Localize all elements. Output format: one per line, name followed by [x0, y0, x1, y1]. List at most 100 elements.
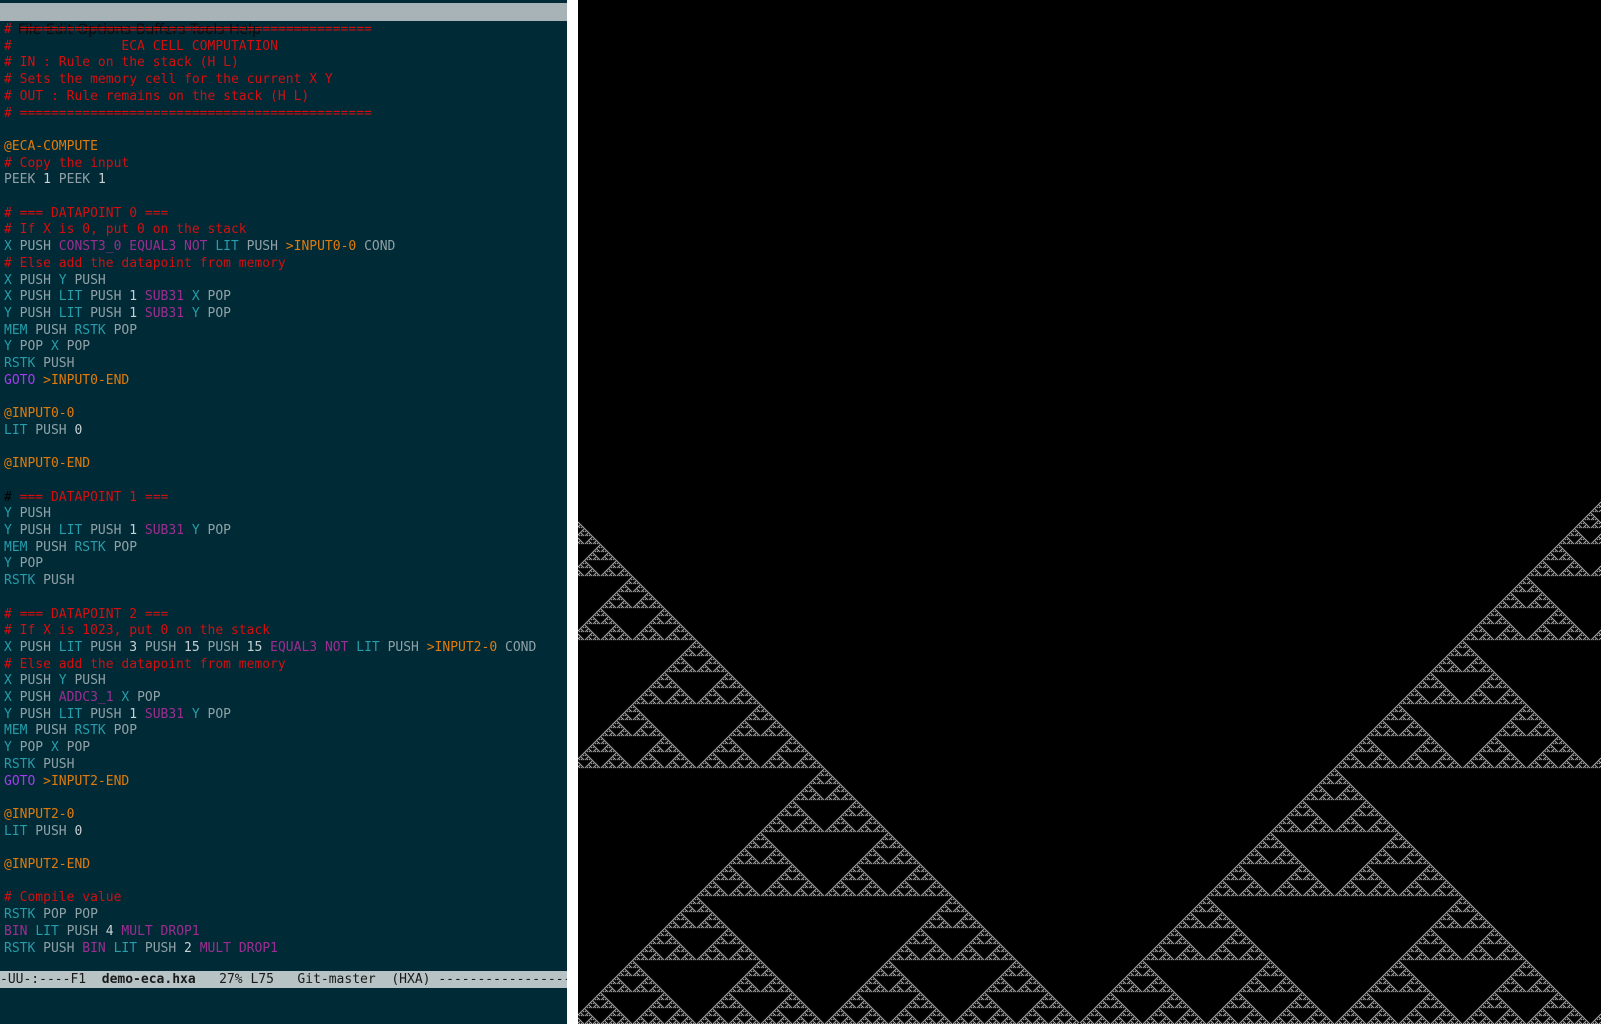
code-token: X — [4, 272, 12, 288]
code-token: LIT — [4, 823, 28, 839]
code-token: # If X is 0, put 0 on the stack — [4, 222, 247, 238]
code-token: RSTK — [74, 723, 106, 739]
echo-area[interactable] — [0, 988, 567, 1024]
code-line[interactable]: RSTK PUSH — [4, 756, 74, 773]
code-token: PUSH — [58, 923, 106, 939]
code-line[interactable]: # OUT : Rule remains on the stack (H L) — [4, 88, 309, 105]
code-line[interactable]: @INPUT0-END — [4, 455, 90, 472]
code-buffer[interactable]: # ======================================… — [0, 21, 567, 970]
code-line[interactable]: # If X is 1023, put 0 on the stack — [4, 622, 270, 639]
code-token: POP — [105, 322, 138, 338]
code-line[interactable]: MEM PUSH RSTK POP — [4, 539, 137, 556]
code-token: X — [4, 690, 12, 705]
code-token: LIT — [113, 940, 138, 956]
code-line[interactable]: X PUSH CONST3_0 EQUAL3 NOT LIT PUSH >INP… — [4, 238, 395, 255]
code-line[interactable]: X PUSH ADDC3_1 X POP — [4, 689, 161, 706]
code-line[interactable]: # Copy the input — [4, 155, 129, 172]
code-token: Y — [4, 706, 12, 722]
code-line[interactable]: # ======================================… — [4, 105, 372, 122]
code-token: >INPUT0-END — [43, 372, 130, 388]
code-token: POP — [11, 556, 44, 572]
code-token: LIT — [4, 422, 28, 438]
code-token: X — [4, 673, 12, 689]
code-line[interactable]: GOTO >INPUT0-END — [4, 372, 129, 389]
code-line[interactable]: @INPUT2-END — [4, 856, 90, 873]
code-token: PUSH — [11, 289, 59, 305]
mode-line: -UU-:----F1 demo-eca.hxa 27% L75 Git-mas… — [0, 971, 567, 988]
code-token: POP POP — [35, 907, 98, 923]
code-line[interactable]: # === DATAPOINT 1 === — [4, 489, 168, 506]
code-line[interactable]: BIN LIT PUSH 4 MULT DROP1 — [4, 923, 200, 940]
code-line[interactable]: Y PUSH LIT PUSH 1 SUB31 Y POP — [4, 522, 231, 539]
code-line[interactable]: Y POP X POP — [4, 338, 90, 355]
code-token: 1 — [97, 172, 106, 188]
code-token: LIT — [58, 305, 83, 321]
code-token: CONST3_0 EQUAL3 NOT — [58, 239, 208, 255]
code-line[interactable]: Y POP X POP — [4, 739, 90, 756]
code-token: @ECA-COMPUTE — [4, 138, 98, 154]
code-line[interactable]: # ======================================… — [4, 21, 372, 38]
code-line[interactable]: MEM PUSH RSTK POP — [4, 722, 137, 739]
code-token: # Compile value — [4, 890, 122, 906]
code-line[interactable]: # Compile value — [4, 889, 121, 906]
code-token: MULT DROP1 — [121, 923, 200, 939]
eca-viewer — [578, 0, 1601, 1024]
code-line[interactable]: RSTK PUSH BIN LIT PUSH 2 MULT DROP1 — [4, 940, 278, 957]
code-token: COND — [356, 239, 396, 255]
code-line[interactable]: RSTK PUSH — [4, 572, 74, 589]
code-line[interactable]: Y PUSH LIT PUSH 1 SUB31 Y POP — [4, 305, 231, 322]
code-line[interactable]: X PUSH Y PUSH — [4, 272, 106, 289]
code-line[interactable]: Y PUSH — [4, 505, 51, 522]
code-token: SUB31 — [144, 523, 185, 538]
code-line[interactable]: MEM PUSH RSTK POP — [4, 322, 137, 339]
code-token: Y — [4, 556, 12, 572]
code-line[interactable]: X PUSH Y PUSH — [4, 672, 106, 689]
code-token: # Copy the input — [4, 155, 130, 171]
code-token: EQUAL3 NOT — [270, 639, 349, 655]
code-token: PUSH — [137, 940, 185, 956]
code-line[interactable]: Y PUSH LIT PUSH 1 SUB31 Y POP — [4, 706, 231, 723]
code-token: PUSH — [82, 289, 130, 305]
code-token: 3 — [129, 639, 138, 655]
code-token: POP — [199, 523, 232, 538]
automaton-canvas — [578, 0, 1601, 1024]
code-token: # Else add the datapoint from memory — [4, 255, 286, 271]
code-line[interactable]: RSTK POP POP — [4, 906, 98, 923]
code-token: PUSH — [82, 706, 130, 722]
code-token: X — [50, 740, 59, 756]
code-line[interactable]: @ECA-COMPUTE — [4, 138, 98, 155]
code-line[interactable]: # IN : Rule on the stack (H L) — [4, 54, 239, 71]
code-line[interactable]: # Sets the memory cell for the current X… — [4, 71, 333, 88]
code-line[interactable]: # Else add the datapoint from memory — [4, 255, 286, 272]
code-token: 0 — [74, 823, 83, 839]
code-line[interactable]: # Else add the datapoint from memory — [4, 656, 286, 673]
code-line[interactable]: RSTK PUSH — [4, 355, 74, 372]
code-line[interactable]: # If X is 0, put 0 on the stack — [4, 221, 247, 238]
code-line[interactable]: # === DATAPOINT 2 === — [4, 606, 168, 623]
window-divider — [567, 0, 578, 1024]
code-line[interactable]: @INPUT0-0 — [4, 405, 74, 422]
code-token: PUSH — [82, 305, 130, 321]
code-line[interactable]: # ECA CELL COMPUTATION — [4, 38, 278, 55]
code-line[interactable]: @INPUT2-0 — [4, 806, 74, 823]
code-token: PUSH — [35, 756, 75, 772]
code-line[interactable]: X PUSH LIT PUSH 1 SUB31 X POP — [4, 288, 231, 305]
code-line[interactable]: PEEK 1 PEEK 1 — [4, 171, 106, 188]
code-line[interactable]: LIT PUSH 0 — [4, 823, 82, 840]
code-token: PUSH — [11, 239, 59, 255]
code-line[interactable]: LIT PUSH 0 — [4, 422, 82, 439]
code-line[interactable]: # === DATAPOINT 0 === — [4, 205, 168, 222]
code-token: BIN — [82, 940, 106, 956]
code-token: Y — [191, 706, 200, 722]
code-token: 1 — [43, 172, 51, 188]
code-line[interactable]: Y POP — [4, 555, 43, 572]
code-line[interactable]: X PUSH LIT PUSH 3 PUSH 15 PUSH 15 EQUAL3… — [4, 639, 536, 656]
code-line[interactable]: GOTO >INPUT2-END — [4, 773, 129, 790]
modeline-position: 27% L75 — [195, 972, 298, 987]
